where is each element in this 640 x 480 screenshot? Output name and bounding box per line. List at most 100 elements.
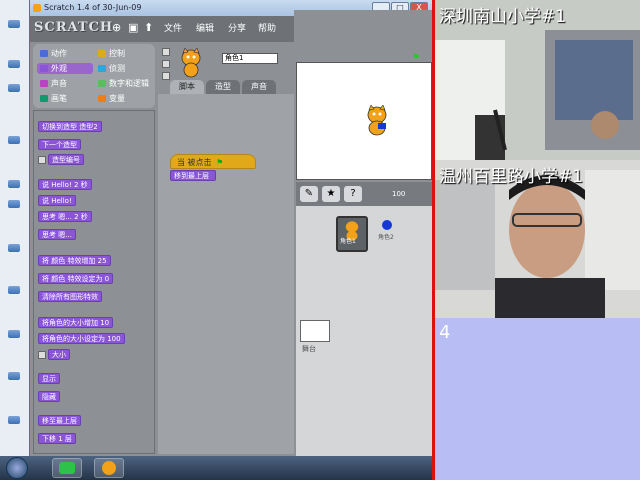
menu-edit[interactable]: 编辑	[196, 22, 214, 36]
scratch-cat-icon	[102, 461, 116, 475]
tab-sounds[interactable]: 声音	[242, 80, 276, 94]
block-hide[interactable]: 隐藏	[38, 391, 60, 402]
rotation-style-button[interactable]	[162, 60, 170, 68]
block-next-costume[interactable]: 下一个造型	[38, 139, 81, 150]
block-show[interactable]: 显示	[38, 373, 60, 384]
hat-block-label: 当 被点击	[177, 158, 212, 167]
sprite-list: 角色1 角色2 舞台	[296, 206, 432, 456]
desktop-icon[interactable]	[3, 136, 25, 152]
category-control[interactable]: 控制	[95, 48, 151, 59]
start-button[interactable]	[6, 457, 28, 479]
desktop-icon[interactable]	[3, 286, 25, 302]
desktop-icon[interactable]	[3, 20, 25, 36]
category-label: 数字和逻辑	[109, 79, 149, 88]
choose-sprite-button[interactable]: ★	[322, 186, 340, 202]
category-color-swatch	[40, 80, 48, 87]
block-costume-number[interactable]: 造型编号	[48, 154, 84, 165]
sprite-name-field[interactable]: 角色1	[222, 53, 278, 64]
green-flag-icon: ⚑	[216, 158, 224, 167]
category-color-swatch	[98, 80, 106, 87]
category-pen[interactable]: 画笔	[37, 93, 93, 104]
category-sensing[interactable]: 侦测	[95, 63, 151, 74]
category-color-swatch	[98, 95, 106, 102]
share-icon[interactable]: ⬆	[144, 22, 156, 34]
category-pane: 动作 控制 外观 侦测 声音 数字和逻辑 画笔 变量	[33, 44, 155, 108]
when-flag-clicked-block[interactable]: 当 被点击 ⚑	[170, 154, 256, 169]
block-change-effect[interactable]: 将 颜色 特效增加 25	[38, 255, 111, 266]
block-go-back-layers[interactable]: 下移 1 层	[38, 433, 76, 444]
stage-thumbnail-label: 舞台	[302, 345, 316, 353]
window-title: Scratch 1.4 of 30-Jun-09	[44, 3, 142, 12]
sprite-list-item[interactable]	[336, 216, 368, 252]
paint-new-sprite-button[interactable]: ✎	[300, 186, 318, 202]
category-label: 控制	[109, 49, 125, 58]
tab-scripts[interactable]: 脚本	[170, 80, 204, 94]
category-color-swatch	[40, 50, 48, 57]
block-set-size[interactable]: 将角色的大小设定为 100	[38, 333, 125, 344]
video-label-3: 4	[439, 322, 451, 343]
menu-share[interactable]: 分享	[228, 22, 246, 36]
stage[interactable]	[296, 62, 432, 180]
category-label: 声音	[51, 79, 67, 88]
block-say-for-secs[interactable]: 说 Hello! 2 秒	[38, 179, 92, 190]
category-color-swatch	[98, 50, 106, 57]
taskbar-app-green[interactable]	[52, 458, 82, 478]
reporter-checkbox[interactable]	[38, 351, 46, 359]
tab-costumes[interactable]: 造型	[206, 80, 240, 94]
block-think[interactable]: 思考 嗯...	[38, 229, 76, 240]
desktop-icon[interactable]	[3, 200, 25, 216]
category-color-swatch	[40, 65, 48, 72]
block-clear-effects[interactable]: 清除所有图形特效	[38, 291, 102, 302]
category-label: 变量	[109, 94, 125, 103]
rotation-style-button[interactable]	[162, 48, 170, 56]
category-label: 侦测	[109, 64, 125, 73]
reporter-checkbox[interactable]	[38, 156, 46, 164]
globe-icon[interactable]: ⊕	[112, 22, 124, 34]
block-think-for-secs[interactable]: 思考 嗯... 2 秒	[38, 211, 92, 222]
video-label-1: 深圳南山小学#1	[439, 7, 567, 27]
zoom-level[interactable]: 100	[392, 190, 405, 198]
menu-help[interactable]: 帮助	[258, 22, 276, 36]
green-flag-button[interactable]: ⚑	[412, 54, 424, 63]
script-area[interactable]: 当 被点击 ⚑ 移到最上层	[158, 94, 294, 454]
go-to-front-block[interactable]: 移到最上层	[170, 170, 216, 181]
block-say[interactable]: 说 Hello!	[38, 195, 76, 206]
rotation-style-button[interactable]	[162, 72, 170, 80]
category-sound[interactable]: 声音	[37, 78, 93, 89]
sprite-list-item-blue[interactable]	[382, 220, 392, 230]
sprite-tools: ✎ ★ ? 100	[296, 182, 432, 206]
block-size[interactable]: 大小	[48, 349, 70, 360]
save-icon[interactable]: ▣	[128, 22, 140, 34]
sprite-list-label: 角色1	[340, 238, 356, 245]
desktop-icon[interactable]	[3, 372, 25, 388]
desktop-icon[interactable]	[3, 244, 25, 260]
scratch-app-icon	[33, 4, 41, 12]
random-sprite-button[interactable]: ?	[344, 186, 362, 202]
desktop-icon[interactable]	[3, 330, 25, 346]
stage-sprite-cat[interactable]	[363, 105, 391, 137]
stage-pane: ⚑ ✎ ★ ? 100 角色1 角色2 舞台	[294, 10, 432, 456]
taskbar	[0, 456, 432, 480]
block-switch-costume[interactable]: 切换到造型 造型2	[38, 121, 102, 132]
desktop-icon[interactable]	[3, 180, 25, 196]
sprite-thumbnail	[181, 48, 201, 78]
taskbar-app-scratch[interactable]	[94, 458, 124, 478]
category-variables[interactable]: 变量	[95, 93, 151, 104]
block-change-size[interactable]: 将角色的大小增加 10	[38, 317, 114, 328]
scratch-logo: SCRATCH	[34, 20, 114, 35]
video-panel-2: 温州百里路小学#1	[435, 160, 640, 318]
category-label: 外观	[51, 64, 67, 73]
category-motion[interactable]: 动作	[37, 48, 93, 59]
category-color-swatch	[98, 65, 106, 72]
desktop-icon[interactable]	[3, 416, 25, 432]
desktop-icon[interactable]	[3, 60, 25, 76]
menu-file[interactable]: 文件	[164, 22, 182, 36]
block-go-to-front[interactable]: 移至最上层	[38, 415, 81, 426]
desktop-icon[interactable]	[3, 84, 25, 100]
stage-thumbnail[interactable]	[300, 320, 330, 342]
desktop-icon-strip	[0, 0, 30, 456]
category-looks[interactable]: 外观	[37, 63, 93, 74]
block-set-effect[interactable]: 将 颜色 特效设定为 0	[38, 273, 114, 284]
scratch-window: Scratch 1.4 of 30-Jun-09 _ □ X SCRATCH ⊕…	[30, 0, 432, 456]
category-operators[interactable]: 数字和逻辑	[95, 78, 151, 89]
